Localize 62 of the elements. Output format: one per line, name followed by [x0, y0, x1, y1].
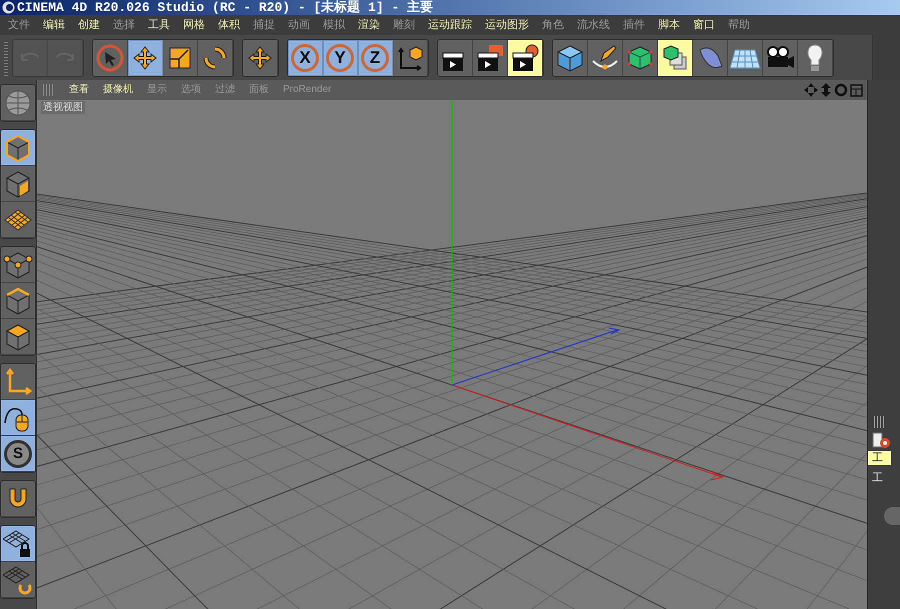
coordinate-system-icon — [396, 44, 424, 72]
cursor-icon — [96, 44, 124, 72]
axis-icon — [4, 368, 32, 396]
menu-item[interactable]: 网格 — [183, 20, 205, 30]
dolly-arrow-icon[interactable] — [820, 83, 832, 97]
menu-item[interactable]: 运动跟踪 — [428, 20, 472, 30]
pan-icon[interactable] — [804, 83, 818, 97]
menu-item[interactable]: 插件 — [623, 20, 645, 30]
pen-icon — [590, 42, 620, 72]
menu-item[interactable]: 文件 — [8, 20, 30, 30]
menu-item[interactable]: 运动图形 — [485, 20, 529, 30]
toolbar-button[interactable] — [728, 40, 763, 76]
side-tool-button[interactable] — [1, 130, 35, 166]
menu-item[interactable]: 捕捉 — [253, 20, 275, 30]
viewport-label: 透视视图 — [41, 101, 85, 114]
menu-item[interactable]: 工具 — [148, 20, 170, 30]
side-tool-button[interactable]: S — [1, 436, 35, 472]
layout-icon[interactable] — [850, 84, 863, 96]
orbit-icon[interactable] — [834, 83, 848, 97]
menu-item[interactable]: 编辑 — [43, 20, 65, 30]
grid-rotate-icon — [3, 564, 33, 594]
menu-item[interactable]: 流水线 — [577, 20, 610, 30]
clapperboard-icon — [510, 42, 540, 72]
scale-icon — [169, 46, 191, 68]
cube-outline-icon — [3, 132, 33, 162]
menu-item[interactable]: 渲染 — [358, 20, 380, 30]
app-logo-icon — [2, 1, 15, 14]
project-settings-icon — [872, 432, 892, 450]
menu-item[interactable]: 帮助 — [728, 20, 750, 30]
cube-icon — [556, 44, 584, 72]
panel-tab[interactable]: 工 — [868, 471, 891, 485]
side-tool-button[interactable] — [1, 400, 35, 436]
menu-item[interactable]: 动画 — [288, 20, 310, 30]
viewport-menu-item[interactable]: 摄像机 — [103, 85, 133, 95]
menu-item[interactable]: 创建 — [78, 20, 100, 30]
menu-item[interactable]: 体积 — [218, 20, 240, 30]
menu-item[interactable]: 选择 — [113, 20, 135, 30]
menu-item[interactable]: 角色 — [542, 20, 564, 30]
subdivision-cube-icon — [626, 44, 654, 72]
toolbar-button[interactable] — [658, 40, 693, 76]
grid-lock-icon — [3, 528, 33, 558]
panel-tab[interactable]: 工 — [868, 451, 891, 465]
menu-item[interactable]: 窗口 — [693, 20, 715, 30]
move-arrows-icon — [247, 44, 273, 70]
clapperboard-icon — [475, 42, 505, 72]
menu-item[interactable]: 脚本 — [658, 20, 680, 30]
menu-item[interactable]: 模拟 — [323, 20, 345, 30]
toolbar-button[interactable] — [128, 40, 163, 76]
viewport-canvas[interactable]: 透视视图 — [37, 100, 867, 609]
rotate-icon — [203, 46, 227, 70]
grid-plane-icon — [3, 208, 33, 232]
toolbar-grip[interactable] — [4, 40, 8, 76]
camera-icon — [764, 44, 796, 70]
cube-points-icon — [3, 250, 33, 280]
viewport-menu-item[interactable]: 查看 — [69, 85, 89, 95]
menu-item[interactable]: 雕刻 — [393, 20, 415, 30]
move-arrows-icon — [132, 44, 158, 70]
side-tool-button[interactable] — [1, 526, 35, 562]
snap-icon: S — [4, 440, 32, 468]
window-title: CINEMA 4D R20.026 Studio (RC - R20) - [未标题 1] - 主要 — [17, 1, 434, 14]
toggle-knob[interactable] — [884, 507, 900, 525]
toolbar-button[interactable] — [508, 40, 543, 76]
